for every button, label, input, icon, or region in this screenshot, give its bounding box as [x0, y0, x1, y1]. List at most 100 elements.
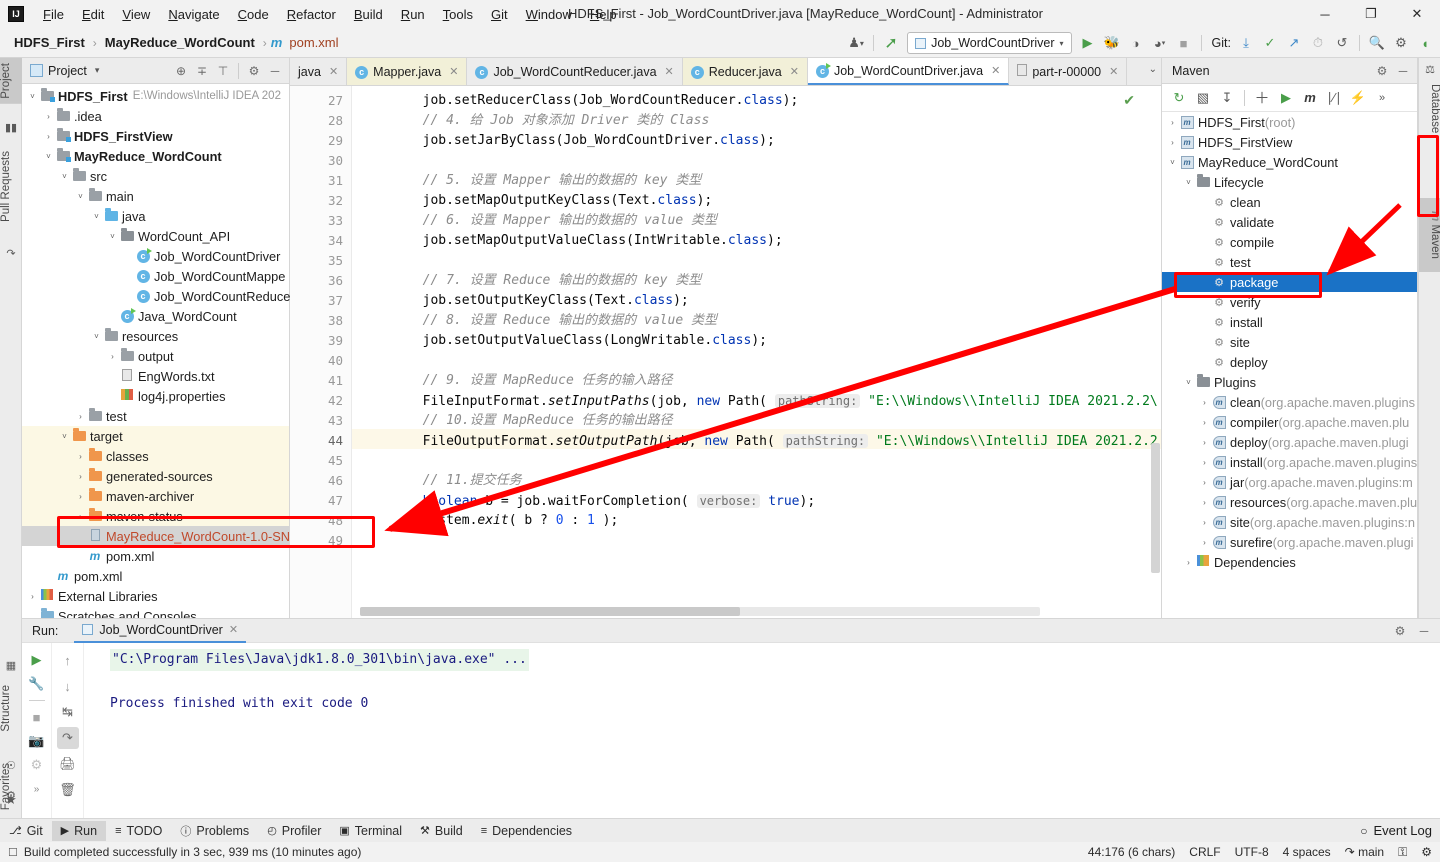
editor-tab-part-r-00000[interactable]: part-r-00000 ✕	[1009, 58, 1128, 85]
bottom-tab-todo[interactable]: ≡ TODO	[106, 821, 171, 841]
sidebar-tab-pull-requests[interactable]: Pull Requests	[0, 146, 22, 227]
tree-item-pom-xml[interactable]: m pom.xml	[22, 546, 289, 566]
git-commit-icon[interactable]: ✓	[1259, 32, 1281, 54]
tree-item-src[interactable]: ˅ src	[22, 166, 289, 186]
close-icon[interactable]: ✕	[665, 65, 674, 78]
editor-tab-java[interactable]: java ✕	[290, 58, 348, 85]
account-icon[interactable]: ♟ ▾	[845, 32, 867, 54]
sidebar-tab-maven[interactable]: m Maven	[1419, 198, 1440, 272]
expand-arrow-icon[interactable]: ˅	[1182, 178, 1195, 187]
bottom-tab-dependencies[interactable]: ≡ Dependencies	[472, 821, 581, 841]
bottom-tab-terminal[interactable]: ▣ Terminal	[330, 821, 411, 841]
more-button[interactable]: »	[26, 778, 48, 800]
expand-arrow-icon[interactable]: ˅	[74, 192, 87, 201]
run-console-output[interactable]: "C:\Program Files\Java\jdk1.8.0_301\bin\…	[84, 643, 1440, 818]
chevron-down-icon[interactable]: ▾	[95, 65, 100, 76]
expand-arrow-icon[interactable]: ˅	[1182, 378, 1195, 387]
expand-arrow-icon[interactable]: ›	[1198, 478, 1211, 487]
tree-item-java-wordcount[interactable]: c Java_WordCount	[22, 306, 289, 326]
bottom-tab-git[interactable]: ⎇ Git	[0, 821, 52, 841]
run-tab-job-wordcountdriver[interactable]: Job_WordCountDriver ✕	[74, 619, 247, 643]
maven-tree-item-jar[interactable]: › m jar (org.apache.maven.plugins:m	[1162, 472, 1417, 492]
close-button[interactable]: ✕	[1394, 0, 1440, 28]
maven-tree-item-clean[interactable]: ⚙ clean	[1162, 192, 1417, 212]
settings-gear-icon[interactable]: ⚙	[1390, 621, 1410, 641]
screenshot-button[interactable]: 📷	[26, 730, 48, 752]
event-log-button[interactable]: ○ Event Log	[1360, 823, 1432, 838]
git-branch-widget[interactable]: ↷ main	[1345, 845, 1384, 859]
tree-item-maven-archiver[interactable]: › maven-archiver	[22, 486, 289, 506]
editor-tab-job-wordcountdriver-java[interactable]: c Job_WordCountDriver.java ✕	[807, 58, 1010, 85]
maven-tree-item-verify[interactable]: ⚙ verify	[1162, 292, 1417, 312]
expand-arrow-icon[interactable]: ˅	[26, 92, 39, 101]
editor-tab-reducer-java[interactable]: c Reducer.java ✕	[682, 58, 808, 85]
file-encoding[interactable]: UTF-8	[1235, 845, 1269, 859]
run-button[interactable]: ▶	[1077, 32, 1099, 54]
expand-arrow-icon[interactable]: ›	[1198, 438, 1211, 447]
inspection-icon[interactable]: ⚙	[1421, 845, 1432, 859]
expand-arrow-icon[interactable]: ›	[42, 132, 55, 141]
tree-item-mayreduce-wordcount-1-0-snapshot-jar[interactable]: MayReduce_WordCount-1.0-SNAPSHOT.jar	[22, 526, 359, 546]
hscrollbar-thumb[interactable]	[360, 607, 740, 616]
rerun-button[interactable]: ▶	[26, 649, 48, 671]
soft-wrap-button[interactable]: ↹	[57, 701, 79, 723]
expand-arrow-icon[interactable]: ˅	[90, 212, 103, 221]
tree-item-java[interactable]: ˅ java	[22, 206, 289, 226]
dump-threads-button[interactable]: ⚙	[26, 754, 48, 776]
inspection-ok-icon[interactable]: ✔	[1123, 92, 1135, 109]
editor-horizontal-scrollbar[interactable]	[360, 607, 1040, 616]
expand-arrow-icon[interactable]: ˅	[90, 332, 103, 341]
line-separator[interactable]: CRLF	[1189, 845, 1220, 859]
maven-tree-item-deploy[interactable]: › m deploy (org.apache.maven.plugi	[1162, 432, 1417, 452]
menu-edit[interactable]: Edit	[73, 3, 113, 26]
maven-tree-item-install[interactable]: › m install (org.apache.maven.plugins	[1162, 452, 1417, 472]
maven-tree-item-clean[interactable]: › m clean (org.apache.maven.plugins	[1162, 392, 1417, 412]
download-sources-icon[interactable]: ↧	[1216, 87, 1238, 109]
expand-arrow-icon[interactable]: ›	[1198, 398, 1211, 407]
menu-run[interactable]: Run	[392, 3, 434, 26]
collapse-all-icon[interactable]: ⊤	[213, 61, 233, 81]
bottom-tab-run[interactable]: ▶ Run	[51, 820, 107, 841]
debug-button[interactable]: 🐝	[1101, 32, 1123, 54]
breadcrumb-file[interactable]: m pom.xml	[271, 35, 343, 50]
lock-icon[interactable]: ⚿	[1398, 845, 1407, 860]
close-icon[interactable]: ✕	[790, 65, 799, 78]
git-push-icon[interactable]: ↗	[1283, 32, 1305, 54]
code-editor[interactable]: 27 28 29 30 31 32 33 34 35 36 37 38 39 40 41 42 43 44 45 46…	[290, 86, 1161, 618]
hide-panel-icon[interactable]: ─	[1393, 61, 1413, 81]
run-configuration-selector[interactable]: Job_WordCountDriver ▾	[907, 32, 1072, 54]
menu-refactor[interactable]: Refactor	[278, 3, 345, 26]
tree-item-classes[interactable]: › classes	[22, 446, 289, 466]
code-content[interactable]: job.setReducerClass(Job_WordCountReducer…	[360, 86, 1161, 618]
tree-item-test[interactable]: › test	[22, 406, 289, 426]
bottom-tab-problems[interactable]: ⓘ Problems	[171, 820, 258, 842]
locate-icon[interactable]: ⊕	[171, 61, 191, 81]
menu-file[interactable]: File	[34, 3, 73, 26]
expand-arrow-icon[interactable]: ›	[74, 452, 87, 461]
settings-gear-icon[interactable]: ⚙	[1372, 61, 1392, 81]
expand-arrow-icon[interactable]: ›	[1198, 498, 1211, 507]
expand-arrow-icon[interactable]: ›	[1182, 558, 1195, 567]
close-icon[interactable]: ✕	[329, 65, 338, 78]
add-maven-project-icon[interactable]: ▧	[1192, 87, 1214, 109]
add-icon[interactable]: ＋	[1251, 87, 1273, 109]
tree-item-resources[interactable]: ˅ resources	[22, 326, 289, 346]
expand-all-icon[interactable]: ∓	[192, 61, 212, 81]
execute-goal-icon[interactable]: m	[1299, 87, 1321, 109]
maven-tree-item-install[interactable]: ⚙ install	[1162, 312, 1417, 332]
editor-vertical-scrollbar[interactable]	[1150, 88, 1161, 618]
expand-arrow-icon[interactable]: ›	[74, 472, 87, 481]
tree-item-hdfs-first[interactable]: ˅ HDFS_First E:\Windows\IntelliJ IDEA 202	[22, 86, 289, 106]
maven-tree-item-validate[interactable]: ⚙ validate	[1162, 212, 1417, 232]
maven-tree-item-hdfs-first[interactable]: › m HDFS_First (root)	[1162, 112, 1417, 132]
menu-tools[interactable]: Tools	[434, 3, 482, 26]
toggle-offline-icon[interactable]: ⚡	[1347, 87, 1369, 109]
maven-tree-item-hdfs-firstview[interactable]: › m HDFS_FirstView	[1162, 132, 1417, 152]
maven-tree-item-surefire[interactable]: › m surefire (org.apache.maven.plugi	[1162, 532, 1417, 552]
expand-arrow-icon[interactable]: ˅	[58, 172, 71, 181]
scroll-to-end-button[interactable]: ↷	[56, 727, 79, 749]
tree-item-target[interactable]: ˅ target	[22, 426, 289, 446]
stop-button[interactable]: ■	[26, 706, 48, 728]
close-icon[interactable]: ✕	[1109, 65, 1118, 78]
expand-arrow-icon[interactable]: ›	[1166, 118, 1179, 127]
